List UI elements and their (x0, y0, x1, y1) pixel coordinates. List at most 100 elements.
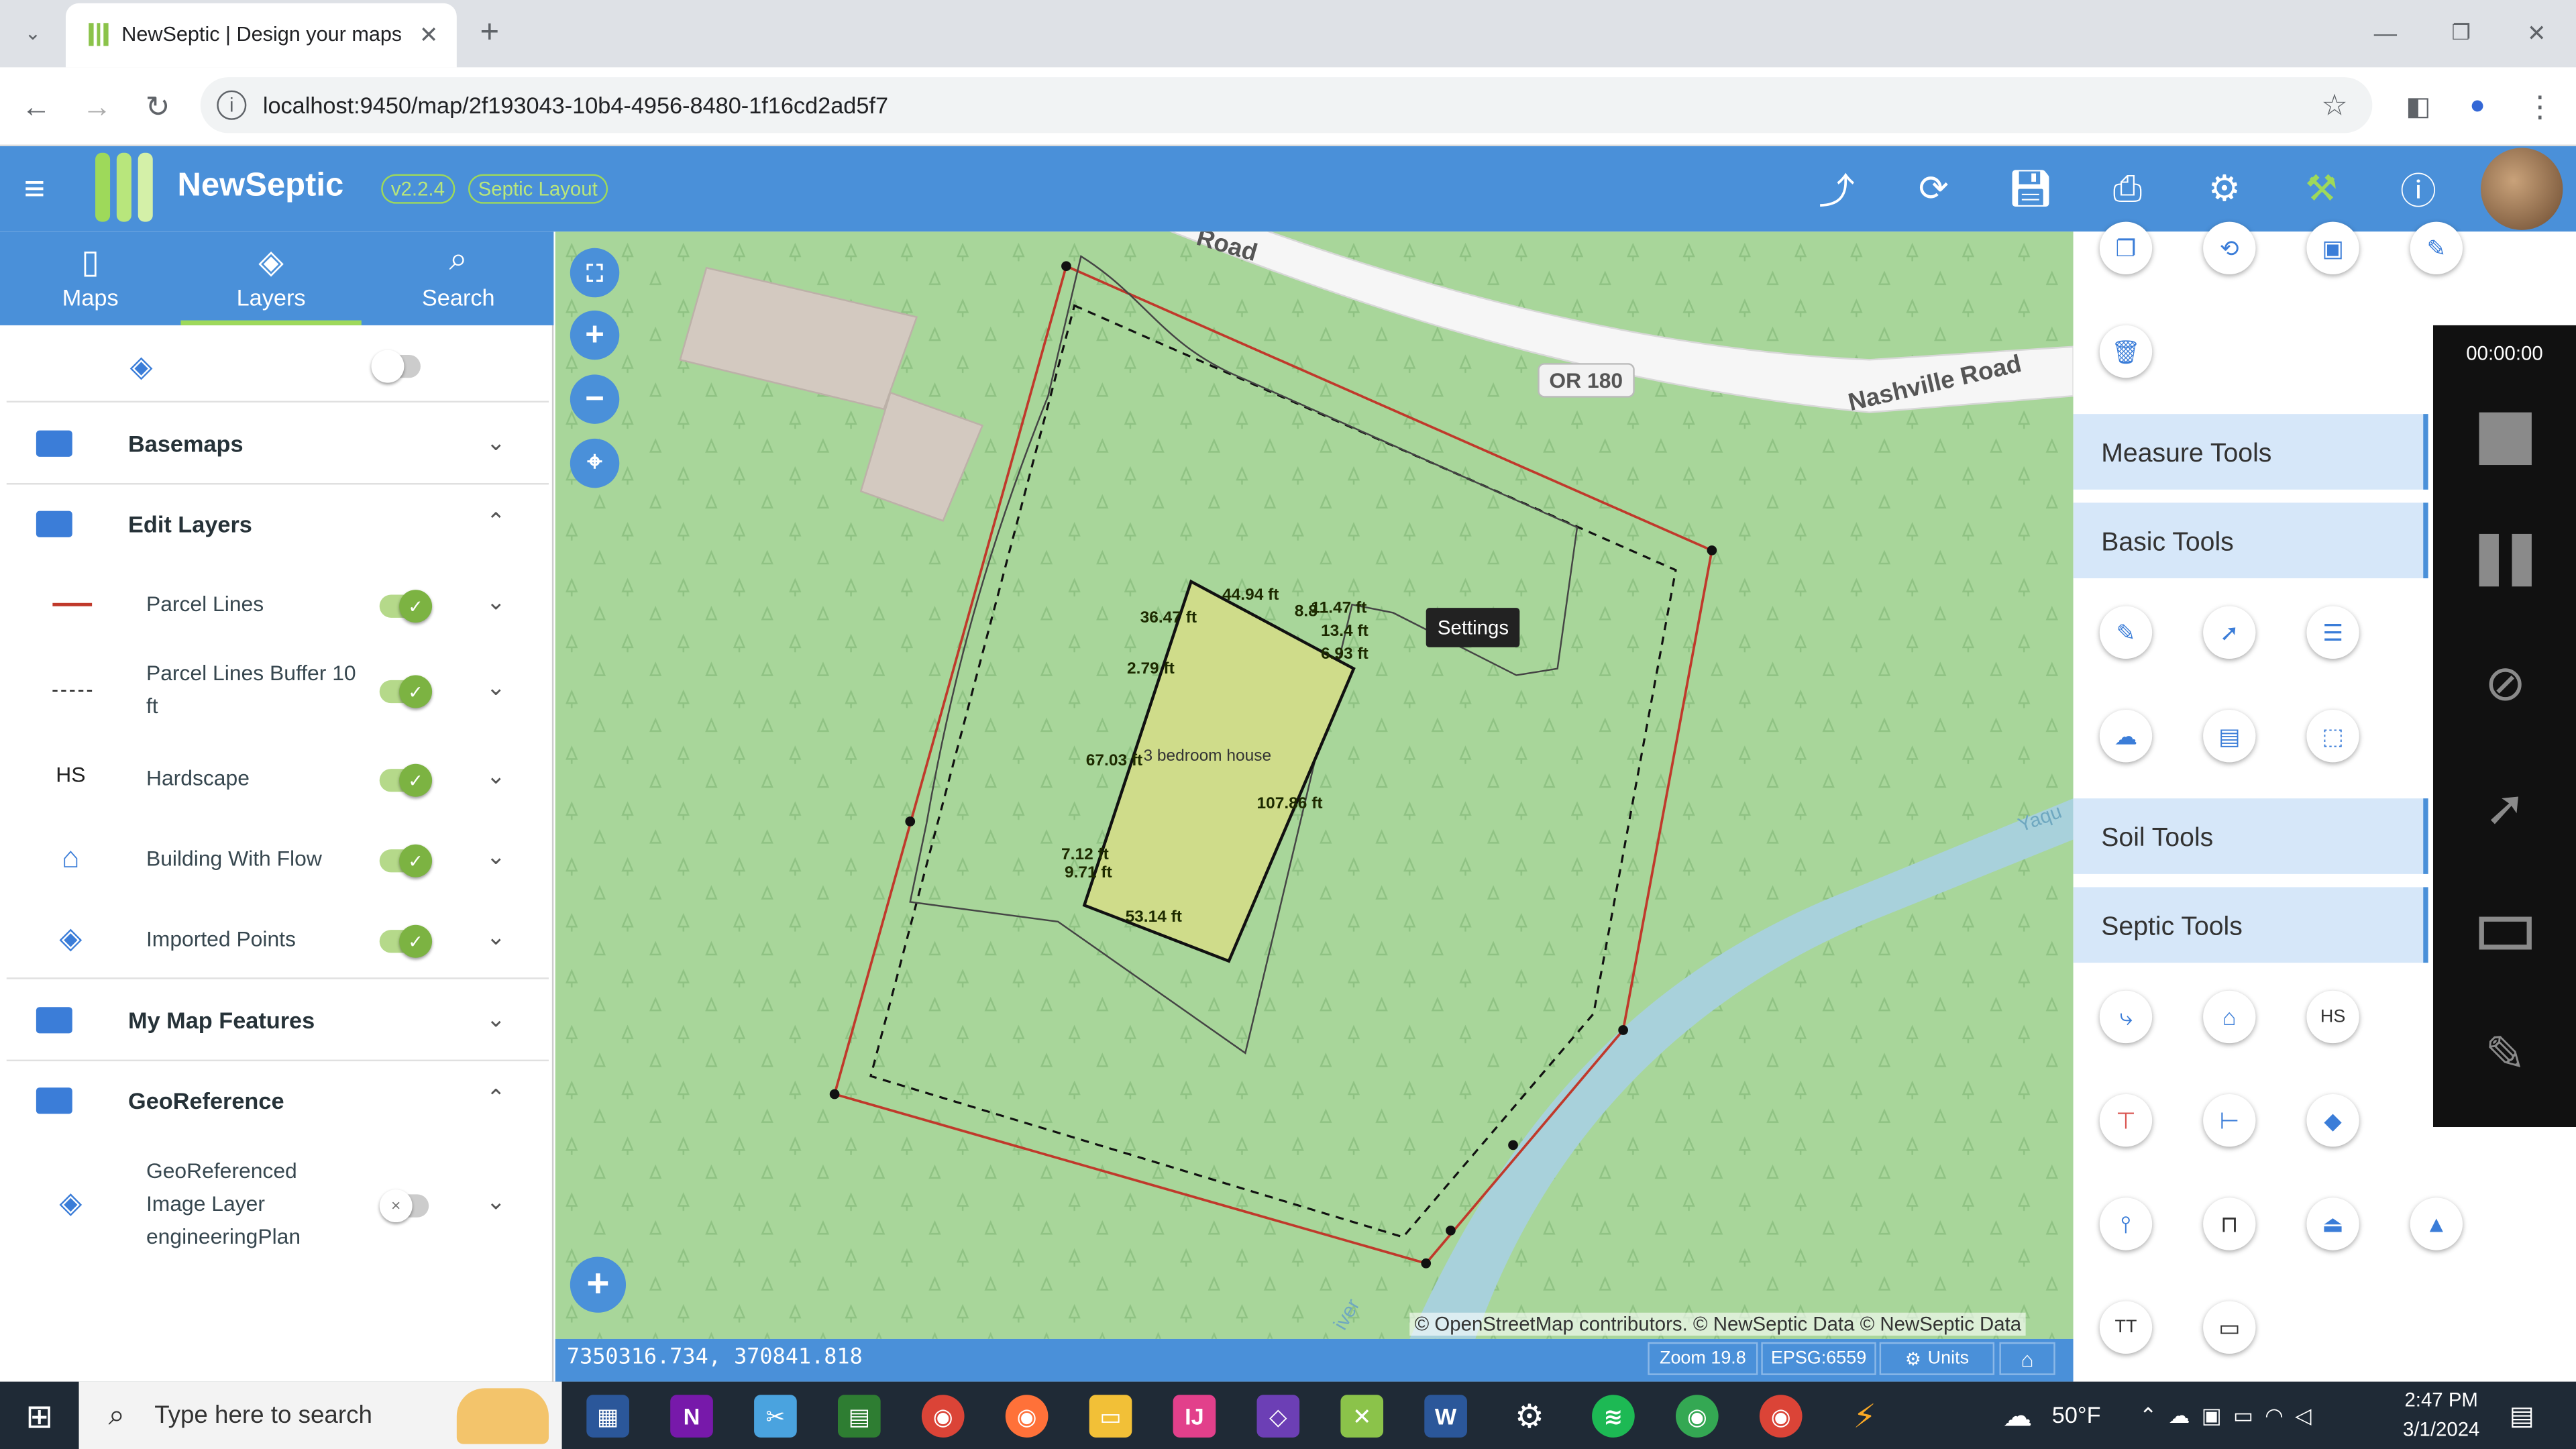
chevron-down-icon[interactable]: ⌄ (486, 674, 506, 702)
user-avatar[interactable] (2480, 148, 2563, 230)
side-panel-icon[interactable]: ◧ (2399, 87, 2438, 127)
notifications-icon[interactable]: ▤ (2504, 1398, 2540, 1434)
copy-icon[interactable]: ❐ (2099, 221, 2153, 274)
minimize-window-icon[interactable]: — (2366, 13, 2406, 53)
rectangle-icon[interactable] (2479, 916, 2532, 950)
text-size-icon[interactable]: TT (2099, 1301, 2153, 1354)
snip-app-icon[interactable]: ✂ (754, 1395, 797, 1438)
section-measure-tools[interactable]: Measure Tools (2073, 414, 2428, 490)
clock-time[interactable]: 2:47 PM (2392, 1388, 2491, 1411)
stop-icon[interactable] (2479, 412, 2532, 466)
save-icon[interactable]: 💾︎ (1988, 146, 2073, 231)
folder-open-icon[interactable]: ▭ (2203, 1301, 2256, 1354)
zoom-out-button[interactable]: − (570, 374, 620, 424)
draw-pencil-icon[interactable]: ✎ (2099, 606, 2153, 659)
folder-download-icon[interactable]: ▤ (2203, 709, 2256, 763)
chrome-app-icon[interactable]: ◉ (921, 1395, 965, 1438)
back-arrow-icon[interactable]: ← (16, 87, 56, 127)
house-icon[interactable]: ⌂ (2203, 990, 2256, 1044)
chevron-down-icon[interactable]: ⌄ (486, 1188, 506, 1216)
well-icon[interactable]: ⫯ (2099, 1197, 2153, 1250)
profile-icon[interactable]: ● (2458, 87, 2498, 127)
tank-icon[interactable]: ⊤ (2099, 1094, 2153, 1147)
address-bar[interactable]: i localhost:9450/map/2f193043-10b4-4956-… (200, 77, 2373, 133)
chevron-down-icon[interactable]: ⌄ (486, 588, 506, 616)
arrow-icon[interactable]: ➚ (2476, 779, 2535, 838)
map-canvas[interactable]: Road OR 180 Nashville Road Yaqu iver 3 b… (555, 231, 2074, 1339)
chrome-profile-2-icon[interactable]: ◉ (1759, 1395, 1803, 1438)
section-soil-tools[interactable]: Soil Tools (2073, 798, 2428, 874)
group-my-map-features[interactable]: My Map Features ⌄ (0, 981, 553, 1060)
group-edit-layers[interactable]: Edit Layers ⌃ (0, 484, 553, 564)
tools-app-icon[interactable]: ✕ (1340, 1395, 1384, 1438)
section-basic-tools[interactable]: Basic Tools (2073, 502, 2428, 579)
taskbar-search[interactable]: ⌕ Type here to search (78, 1381, 562, 1449)
measure-width-icon[interactable]: ⊢ (2203, 1094, 2256, 1147)
tab-maps[interactable]: ▯ Maps (0, 231, 180, 325)
locate-icon[interactable]: ⌖ (570, 438, 620, 488)
chevron-down-icon[interactable]: ⌄ (486, 923, 506, 951)
weather-temp[interactable]: 50°F (2052, 1401, 2101, 1428)
url-text[interactable]: localhost:9450/map/2f193043-10b4-4956-84… (263, 92, 888, 118)
cloud-download-icon[interactable]: ☁ (2099, 709, 2153, 763)
word-app-icon[interactable]: W (1424, 1395, 1467, 1438)
pointer-tool-icon[interactable]: ➚ (2203, 606, 2256, 659)
spotify-app-icon[interactable]: ≋ (1592, 1395, 1635, 1438)
layer-visibility-toggle[interactable]: ✓ (379, 763, 433, 797)
pen-icon[interactable]: ✎ (2476, 1025, 2535, 1084)
layer-visibility-toggle[interactable]: × (379, 1189, 429, 1223)
chrome-profile-icon[interactable]: ◉ (1675, 1395, 1719, 1438)
chevron-up-icon[interactable]: ⌃ (486, 1084, 506, 1112)
tab-layers[interactable]: ◈ Layers (180, 231, 362, 325)
group-basemaps[interactable]: Basemaps ⌄ (0, 404, 553, 483)
chevron-down-icon[interactable]: ⌄ (486, 762, 506, 790)
fullscreen-icon[interactable]: ⛶ (570, 248, 620, 298)
power-automate-icon[interactable]: ⚡ (1843, 1395, 1886, 1438)
chevron-up-icon[interactable]: ⌃ (486, 508, 506, 536)
file-explorer-icon[interactable]: ▭ (1089, 1395, 1132, 1438)
intellij-app-icon[interactable]: IJ (1173, 1395, 1216, 1438)
hamburger-menu-icon[interactable]: ≡ (13, 168, 56, 209)
layer-parcel-buffer[interactable]: Parcel Lines Buffer 10 ft ✓ ⌄ (0, 654, 553, 730)
visual-studio-icon[interactable]: ◇ (1256, 1395, 1300, 1438)
shapes-icon[interactable]: ◆ (2306, 1094, 2359, 1147)
reload-icon[interactable]: ↻ (138, 87, 178, 127)
pump-icon[interactable]: ⏏ (2306, 1197, 2359, 1250)
image-icon[interactable]: ▣ (2306, 221, 2359, 274)
bookmark-star-icon[interactable]: ☆ (2316, 87, 2353, 123)
add-feature-button[interactable]: + (570, 1256, 627, 1313)
hide-camera-icon[interactable]: ⊘ (2476, 654, 2535, 713)
pipe-icon[interactable]: ⤷ (2099, 990, 2153, 1044)
flow-icon[interactable]: ⊓ (2203, 1197, 2256, 1250)
chevron-down-icon[interactable]: ⌄ (486, 429, 506, 457)
tools-icon[interactable]: ⚒ (2279, 146, 2364, 231)
layer-visibility-toggle[interactable]: ✓ (379, 590, 433, 623)
forward-arrow-icon[interactable]: → (77, 87, 117, 127)
new-tab-button[interactable]: + (470, 13, 509, 53)
share-icon[interactable]: ⤴ (1794, 146, 1879, 231)
calculator-app-icon[interactable]: ▦ (586, 1395, 629, 1438)
layer-building-flow[interactable]: ⌂ Building With Flow ✓ ⌄ (0, 826, 553, 892)
chevron-down-icon[interactable]: ⌄ (486, 843, 506, 871)
layer-parcel-lines[interactable]: Parcel Lines ✓ ⌄ (0, 572, 553, 637)
system-tray-icons[interactable]: ⌃☁▣▭◠◁ (2133, 1398, 2330, 1434)
settings-app-icon[interactable]: ⚙ (1508, 1395, 1551, 1438)
tab-search[interactable]: ⌕ Search (368, 231, 549, 325)
add-layer-icon[interactable]: ◈ (121, 347, 161, 386)
notepad-app-icon[interactable]: ▤ (837, 1395, 881, 1438)
chevron-down-icon[interactable]: ⌄ (486, 1006, 506, 1034)
edit-vertices-icon[interactable]: ✎ (2410, 221, 2463, 274)
home-icon[interactable]: ⌂ (1999, 1342, 2055, 1375)
triangle-icon[interactable]: ▲ (2410, 1197, 2463, 1250)
section-septic-tools[interactable]: Septic Tools (2073, 887, 2428, 963)
gear-settings-icon[interactable]: ⚙ (2182, 146, 2267, 231)
rotate-icon[interactable]: ⟲ (2203, 221, 2256, 274)
firefox-app-icon[interactable]: ◉ (1005, 1395, 1049, 1438)
clock-date[interactable]: 3/1/2024 (2392, 1417, 2491, 1440)
refresh-icon[interactable]: ⟳ (1891, 146, 1976, 231)
select-area-icon[interactable]: ⬚ (2306, 709, 2359, 763)
hardscape-icon[interactable]: HS (2306, 990, 2359, 1044)
windows-start-icon[interactable]: ⊞ (19, 1397, 59, 1436)
layer-imported-points[interactable]: ◈ Imported Points ✓ ⌄ (0, 907, 553, 973)
layer-visibility-toggle[interactable]: ✓ (379, 924, 433, 958)
